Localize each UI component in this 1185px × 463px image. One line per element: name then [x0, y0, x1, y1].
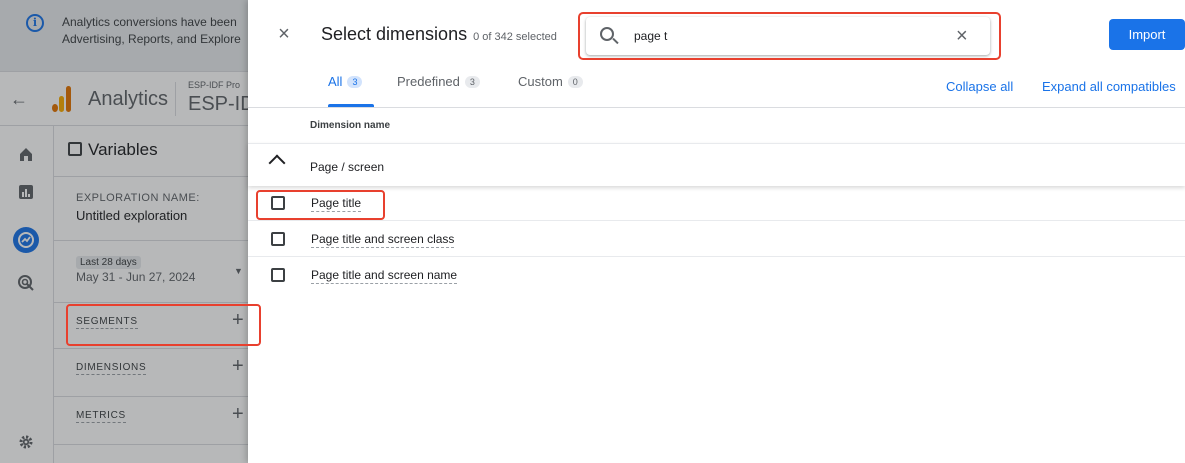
close-icon[interactable]: ×: [272, 22, 296, 46]
dimension-checkbox[interactable]: [271, 232, 285, 246]
tab-predefined-label: Predefined: [397, 74, 460, 89]
list-item[interactable]: Page title and screen class: [248, 222, 1185, 257]
tab-all-label: All: [328, 74, 343, 89]
dimension-label: Page title and screen name: [311, 268, 458, 284]
import-button[interactable]: Import: [1109, 19, 1185, 50]
segments-annotation-box: [66, 304, 261, 346]
dimension-checkbox[interactable]: [271, 268, 285, 282]
dialog-title: Select dimensions 0 of 342 selected: [321, 24, 557, 45]
tab-custom-label: Custom: [518, 74, 563, 89]
tab-custom-count: 0: [567, 76, 583, 88]
expand-all-compatibles-link[interactable]: Expand all compatibles: [1042, 79, 1176, 94]
select-dimensions-dialog: × Select dimensions0 of 342 selected × I…: [248, 0, 1185, 463]
tab-predefined-count: 3: [464, 76, 480, 88]
dimension-label: Page title and screen class: [311, 232, 455, 248]
list-item[interactable]: Page title: [248, 186, 1185, 221]
selection-count: 0 of 342 selected: [473, 31, 557, 43]
group-label: Page / screen: [310, 160, 385, 174]
dialog-title-text: Select dimensions: [321, 24, 468, 44]
tab-all-count: 3: [347, 76, 363, 88]
list-item[interactable]: Page title and screen name: [248, 258, 1185, 293]
page-title-annotation-box: [256, 190, 385, 220]
column-header-dimension-name: Dimension name: [310, 120, 391, 131]
divider: [248, 107, 1185, 108]
collapse-all-link[interactable]: Collapse all: [946, 79, 1013, 94]
group-row-page-screen[interactable]: Page / screen: [248, 143, 1185, 186]
tab-predefined[interactable]: Predefined 3: [397, 74, 480, 107]
search-annotation-box: [578, 12, 1001, 60]
tab-all[interactable]: All 3: [328, 74, 374, 107]
tab-custom[interactable]: Custom 0: [518, 74, 583, 107]
chevron-up-icon[interactable]: [268, 154, 286, 172]
modal-scrim: [0, 0, 248, 463]
